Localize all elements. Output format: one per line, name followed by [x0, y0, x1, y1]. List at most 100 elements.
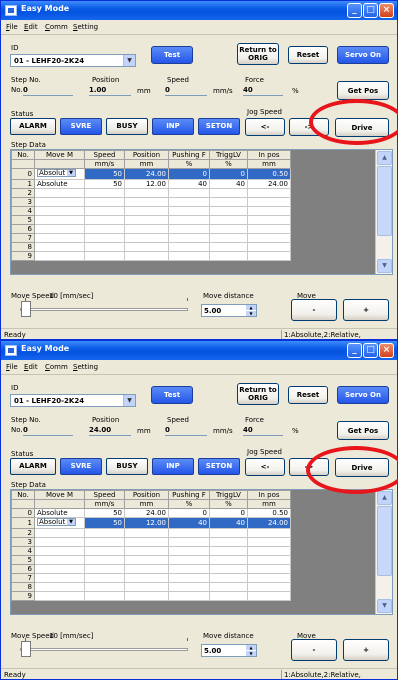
- move-speed-slider-thumb[interactable]: [21, 641, 31, 657]
- table-cell[interactable]: [124, 546, 169, 556]
- table-cell[interactable]: 50: [84, 517, 125, 529]
- table-cell[interactable]: 0: [209, 168, 248, 180]
- move-mode-cell[interactable]: [34, 251, 85, 261]
- scroll-down-icon[interactable]: ▼: [377, 599, 392, 613]
- title-bar[interactable]: Easy Mode _ □ ×: [1, 341, 397, 360]
- table-cell[interactable]: [168, 537, 210, 547]
- scroll-thumb[interactable]: [377, 506, 392, 576]
- table-cell[interactable]: [168, 546, 210, 556]
- table-cell[interactable]: 50: [84, 508, 125, 518]
- scroll-thumb[interactable]: [377, 166, 392, 236]
- table-cell[interactable]: [124, 188, 169, 198]
- reset-button[interactable]: Reset: [288, 46, 328, 64]
- table-cell[interactable]: [209, 573, 248, 583]
- table-cell[interactable]: [168, 582, 210, 592]
- table-cell[interactable]: [168, 528, 210, 538]
- menu-file[interactable]: File: [6, 23, 18, 31]
- table-cell[interactable]: [247, 564, 291, 574]
- move-mode-cell[interactable]: [34, 537, 85, 547]
- move-distance-spinner[interactable]: 5.00 ▲ ▼: [201, 304, 257, 317]
- table-cell[interactable]: [247, 188, 291, 198]
- move-plus-button[interactable]: +: [343, 639, 389, 661]
- move-mode-cell[interactable]: [34, 206, 85, 216]
- table-cell[interactable]: [124, 555, 169, 565]
- reset-button[interactable]: Reset: [288, 386, 328, 404]
- table-cell[interactable]: [84, 233, 125, 243]
- table-row[interactable]: 1 Absolute 50 12.00 40 40 24.00: [11, 179, 291, 189]
- test-button[interactable]: Test: [151, 46, 193, 64]
- table-cell[interactable]: [168, 573, 210, 583]
- close-button[interactable]: ×: [379, 343, 394, 358]
- chevron-down-icon[interactable]: ▼: [123, 55, 135, 66]
- move-mode-cell[interactable]: [34, 555, 85, 565]
- table-cell[interactable]: [84, 528, 125, 538]
- table-cell[interactable]: [247, 233, 291, 243]
- close-button[interactable]: ×: [379, 3, 394, 18]
- move-minus-button[interactable]: -: [291, 299, 337, 321]
- move-mode-select[interactable]: Absolut ▼: [37, 518, 76, 526]
- table-cell[interactable]: [84, 591, 125, 601]
- spin-down-icon[interactable]: ▼: [246, 651, 256, 656]
- table-cell[interactable]: [168, 197, 210, 207]
- table-cell[interactable]: [124, 197, 169, 207]
- table-cell[interactable]: [168, 242, 210, 252]
- table-cell[interactable]: 0: [168, 168, 210, 180]
- table-row[interactable]: 4: [11, 546, 291, 556]
- table-cell[interactable]: [124, 251, 169, 261]
- jog-left-button[interactable]: <-: [245, 458, 285, 476]
- table-cell[interactable]: [247, 555, 291, 565]
- table-cell[interactable]: [209, 215, 248, 225]
- table-row[interactable]: 0 Absolute 50 24.00 0 0 0.50: [11, 508, 291, 518]
- get-pos-button[interactable]: Get Pos: [337, 421, 389, 440]
- table-cell[interactable]: 40: [168, 517, 210, 529]
- spin-up-icon[interactable]: ▲: [246, 645, 256, 650]
- test-button[interactable]: Test: [151, 386, 193, 404]
- table-row[interactable]: 3: [11, 197, 291, 207]
- table-cell[interactable]: [209, 555, 248, 565]
- move-mode-cell[interactable]: [34, 528, 85, 538]
- move-mode-cell[interactable]: [34, 224, 85, 234]
- table-cell[interactable]: [247, 528, 291, 538]
- table-cell[interactable]: 40: [168, 179, 210, 189]
- move-speed-slider-track[interactable]: [20, 648, 188, 651]
- table-cell[interactable]: [247, 215, 291, 225]
- table-cell[interactable]: 24.00: [124, 168, 169, 180]
- table-row[interactable]: 1 Absolut ▼ 50 12.00 40 40 24.00: [11, 517, 291, 529]
- chevron-down-icon[interactable]: ▼: [67, 170, 75, 176]
- table-cell[interactable]: [247, 537, 291, 547]
- table-cell[interactable]: [84, 582, 125, 592]
- table-cell[interactable]: [247, 197, 291, 207]
- table-row[interactable]: 3: [11, 537, 291, 547]
- table-cell[interactable]: [84, 537, 125, 547]
- table-cell[interactable]: 0: [209, 508, 248, 518]
- step-data-table[interactable]: No. Move M Speed Position Pushing F TriggLV In…: [10, 149, 393, 275]
- table-cell[interactable]: [124, 573, 169, 583]
- table-cell[interactable]: [168, 555, 210, 565]
- menu-comm[interactable]: Comm: [45, 23, 68, 31]
- table-cell[interactable]: [84, 573, 125, 583]
- servo-on-button[interactable]: Servo On: [337, 386, 389, 404]
- table-row[interactable]: 7: [11, 233, 291, 243]
- table-cell[interactable]: 24.00: [247, 517, 291, 529]
- menu-setting[interactable]: Setting: [73, 363, 98, 371]
- table-cell[interactable]: [247, 546, 291, 556]
- table-cell[interactable]: [124, 591, 169, 601]
- table-row[interactable]: 7: [11, 573, 291, 583]
- table-row[interactable]: 8: [11, 582, 291, 592]
- table-cell[interactable]: [124, 215, 169, 225]
- return-to-orig-button[interactable]: Return to ORIG: [237, 383, 279, 405]
- table-cell[interactable]: [209, 224, 248, 234]
- scroll-down-icon[interactable]: ▼: [377, 259, 392, 273]
- move-mode-cell[interactable]: [34, 197, 85, 207]
- table-cell[interactable]: [168, 206, 210, 216]
- chevron-down-icon[interactable]: ▼: [123, 395, 135, 406]
- move-mode-select[interactable]: Absolut ▼: [37, 169, 76, 177]
- move-speed-slider-track[interactable]: [20, 308, 188, 311]
- move-mode-cell[interactable]: [34, 591, 85, 601]
- menu-setting[interactable]: Setting: [73, 23, 98, 31]
- table-cell[interactable]: [209, 188, 248, 198]
- id-select[interactable]: 01 - LEHF20-2K24 ▼: [10, 394, 136, 407]
- table-cell[interactable]: [84, 251, 125, 261]
- table-cell[interactable]: [124, 528, 169, 538]
- move-speed-slider-thumb[interactable]: [21, 301, 31, 317]
